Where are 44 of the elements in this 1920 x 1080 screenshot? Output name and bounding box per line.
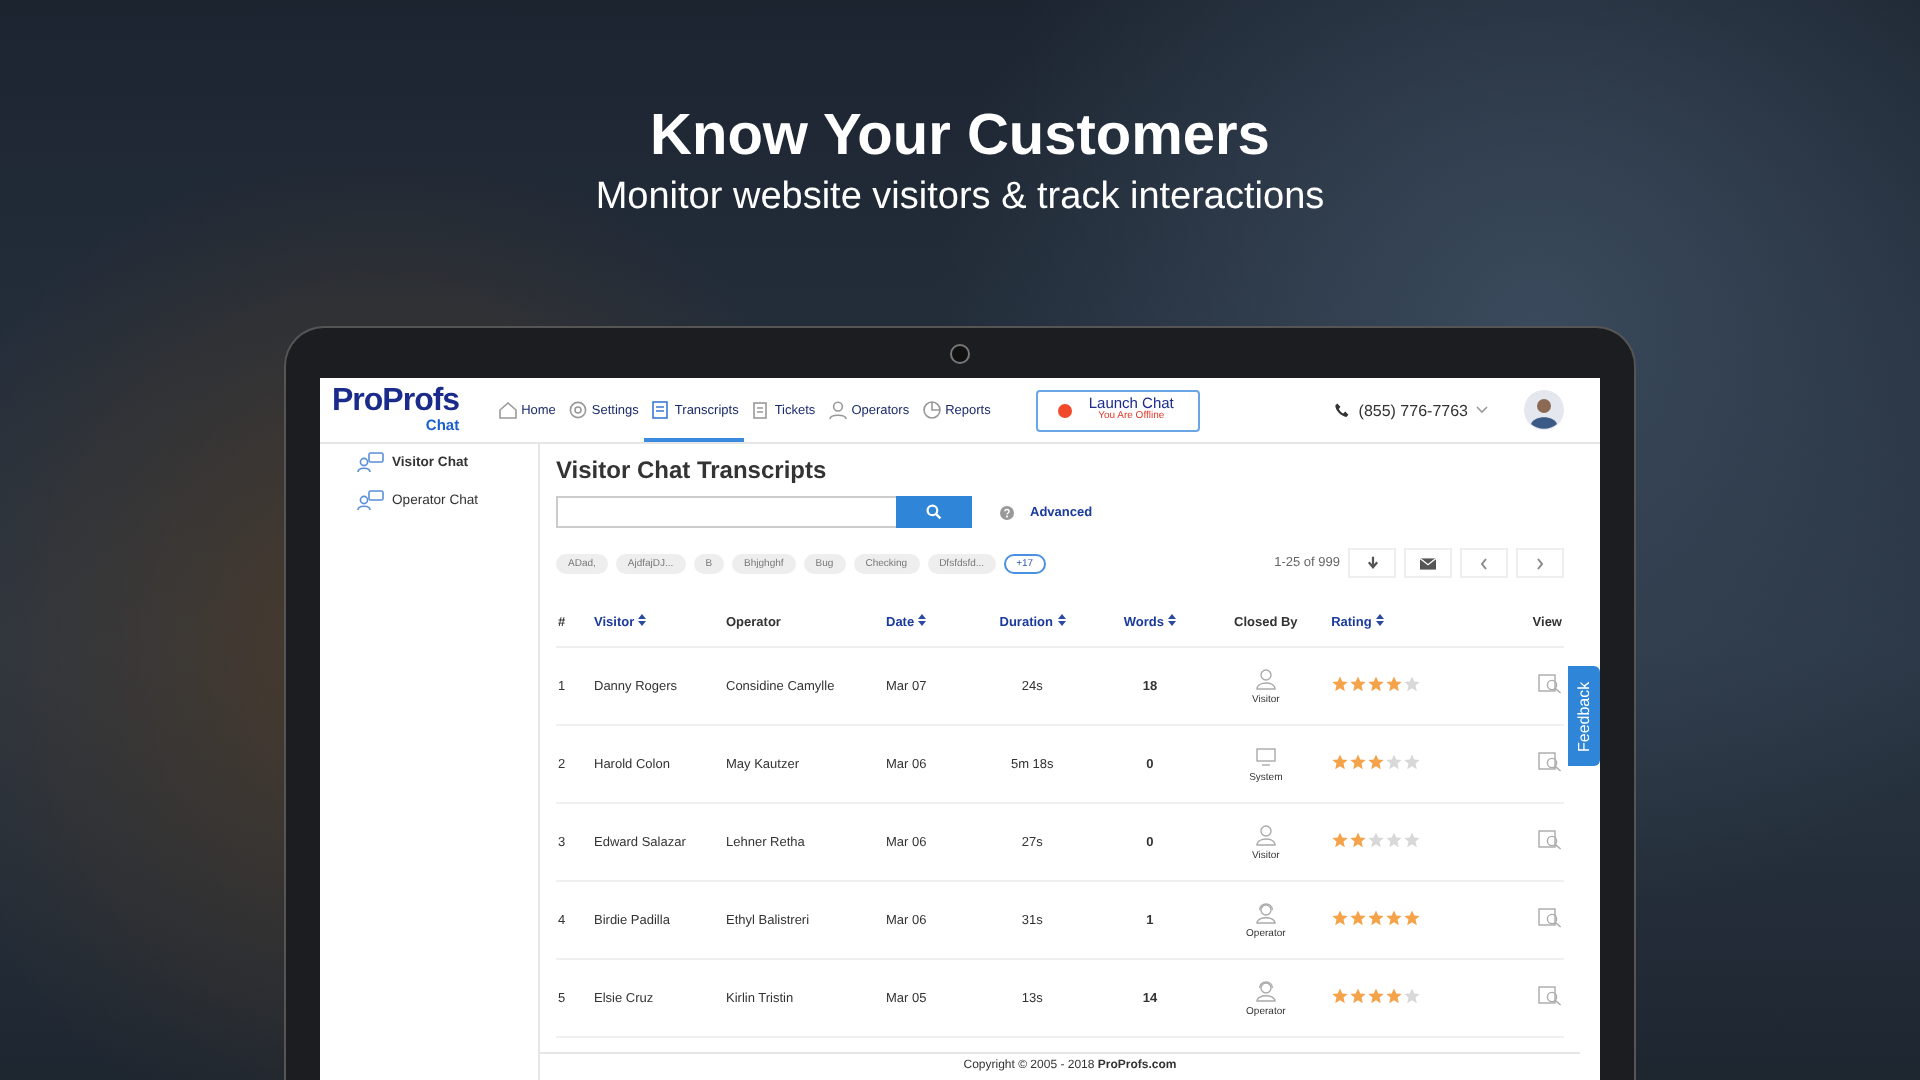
sort-icon <box>638 614 647 626</box>
page-title: Visitor Chat Transcripts <box>556 456 829 484</box>
headline-subtitle: Monitor website visitors & track interactions <box>595 174 1325 222</box>
chevron-left-icon <box>1480 557 1488 569</box>
person-icon <box>827 400 848 420</box>
view-transcript-icon[interactable] <box>1538 752 1562 772</box>
view-transcript-icon[interactable] <box>1538 986 1562 1006</box>
headset-user-icon <box>1255 979 1276 1001</box>
avatar-icon[interactable] <box>1524 390 1564 430</box>
phone-icon <box>1334 402 1351 418</box>
chevron-right-icon <box>1536 557 1544 569</box>
view-transcript-icon[interactable] <box>1538 830 1562 850</box>
camera-icon <box>950 344 970 364</box>
sort-icon <box>1375 614 1384 626</box>
clipboard-icon <box>750 400 771 420</box>
headset-user-icon <box>1255 901 1276 923</box>
next-page-button[interactable] <box>1516 548 1564 578</box>
email-button[interactable] <box>1404 548 1452 578</box>
chat-users-icon <box>356 452 384 474</box>
gear-icon <box>567 400 588 420</box>
download-button[interactable] <box>1348 548 1396 578</box>
sort-icon <box>1057 614 1065 626</box>
search-icon <box>926 504 942 520</box>
user-icon <box>1255 823 1276 845</box>
sort-icon <box>1168 614 1177 626</box>
monitor-icon <box>1255 745 1276 767</box>
search-button[interactable] <box>896 496 972 528</box>
envelope-icon <box>1420 557 1436 569</box>
headline-title: Know Your Customers <box>648 102 1272 172</box>
view-transcript-icon[interactable] <box>1538 908 1562 928</box>
user-icon <box>1255 667 1276 689</box>
logo-text: ProProfs <box>332 386 460 419</box>
chat-users-icon <box>356 490 384 512</box>
download-icon <box>1365 556 1379 570</box>
document-icon <box>650 400 671 420</box>
sort-icon <box>918 614 927 626</box>
view-transcript-icon[interactable] <box>1538 674 1562 694</box>
help-icon[interactable] <box>1000 505 1014 519</box>
search-field[interactable] <box>556 496 896 528</box>
pie-chart-icon <box>921 400 942 420</box>
caret-icon[interactable] <box>1476 406 1488 414</box>
phone-number: (855) 776-7763 <box>1358 401 1468 419</box>
home-icon <box>497 400 518 420</box>
feedback-tab[interactable]: Feedback <box>1568 666 1600 766</box>
